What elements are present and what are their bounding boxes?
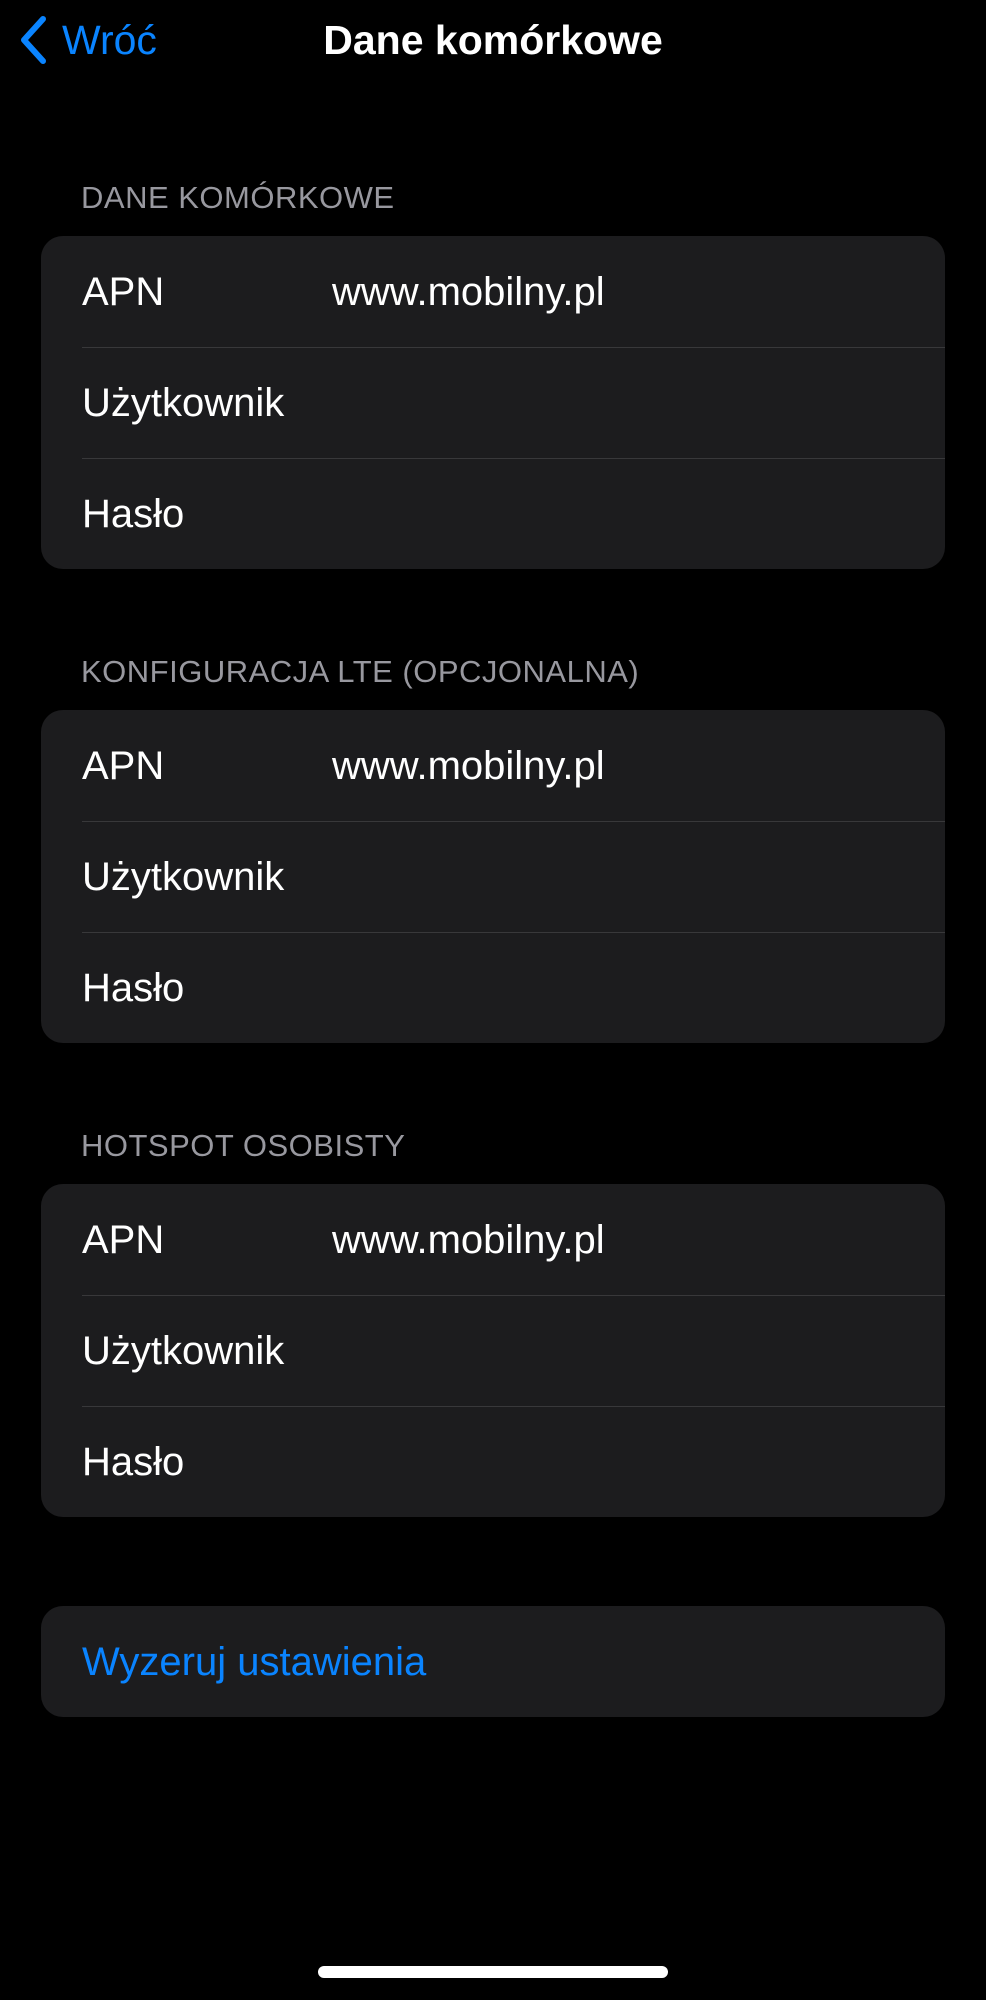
password-label: Hasło <box>82 491 185 536</box>
apn-field[interactable]: APN www.mobilny.pl <box>41 1184 945 1295</box>
apn-field[interactable]: APN www.mobilny.pl <box>41 236 945 347</box>
username-field[interactable]: Użytkownik <box>41 347 945 458</box>
apn-field[interactable]: APN www.mobilny.pl <box>41 710 945 821</box>
apn-label: APN <box>82 743 165 788</box>
page-title: Dane komórkowe <box>323 17 663 63</box>
group-cellular-data: APN www.mobilny.pl Użytkownik Hasło <box>41 236 945 569</box>
home-indicator[interactable] <box>318 1966 668 1978</box>
password-field[interactable]: Hasło <box>41 1406 945 1517</box>
password-label: Hasło <box>82 965 185 1010</box>
username-label: Użytkownik <box>82 380 285 425</box>
username-label: Użytkownik <box>82 854 285 899</box>
navigation-bar: Wróć Dane komórkowe <box>0 0 986 80</box>
username-field[interactable]: Użytkownik <box>41 821 945 932</box>
password-label: Hasło <box>82 1439 185 1484</box>
apn-value[interactable]: www.mobilny.pl <box>332 742 605 790</box>
reset-settings-label: Wyzeruj ustawienia <box>82 1639 427 1684</box>
reset-group: Wyzeruj ustawienia <box>41 1606 945 1717</box>
group-personal-hotspot: APN www.mobilny.pl Użytkownik Hasło <box>41 1184 945 1517</box>
group-lte-config: APN www.mobilny.pl Użytkownik Hasło <box>41 710 945 1043</box>
apn-label: APN <box>82 1217 165 1262</box>
section-header-personal-hotspot: HOTSPOT OSOBISTY <box>81 1128 406 1163</box>
section-header-cellular-data: DANE KOMÓRKOWE <box>81 180 395 215</box>
username-label: Użytkownik <box>82 1328 285 1373</box>
apn-label: APN <box>82 269 165 314</box>
apn-value[interactable]: www.mobilny.pl <box>332 268 605 316</box>
section-header-lte-config: KONFIGURACJA LTE (OPCJONALNA) <box>81 654 640 689</box>
username-field[interactable]: Użytkownik <box>41 1295 945 1406</box>
reset-settings-button[interactable]: Wyzeruj ustawienia <box>41 1606 945 1717</box>
apn-value[interactable]: www.mobilny.pl <box>332 1216 605 1264</box>
password-field[interactable]: Hasło <box>41 458 945 569</box>
password-field[interactable]: Hasło <box>41 932 945 1043</box>
